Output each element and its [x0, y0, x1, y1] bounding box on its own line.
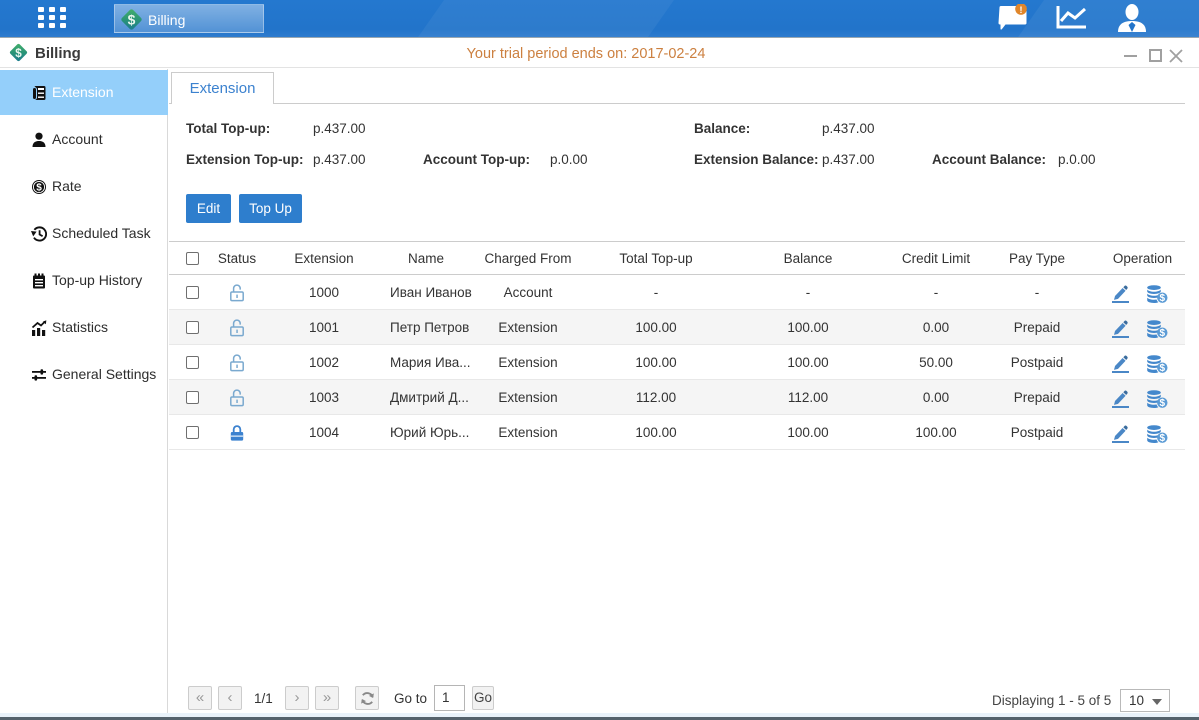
- svg-text:!: !: [1020, 5, 1023, 15]
- svg-text:$: $: [1160, 328, 1166, 338]
- svg-text:$: $: [1160, 293, 1166, 303]
- svg-text:$: $: [1160, 433, 1166, 443]
- svg-text:$: $: [36, 183, 42, 194]
- svg-text:$: $: [128, 12, 136, 28]
- svg-text:$: $: [1160, 363, 1166, 373]
- svg-text:$: $: [1160, 398, 1166, 408]
